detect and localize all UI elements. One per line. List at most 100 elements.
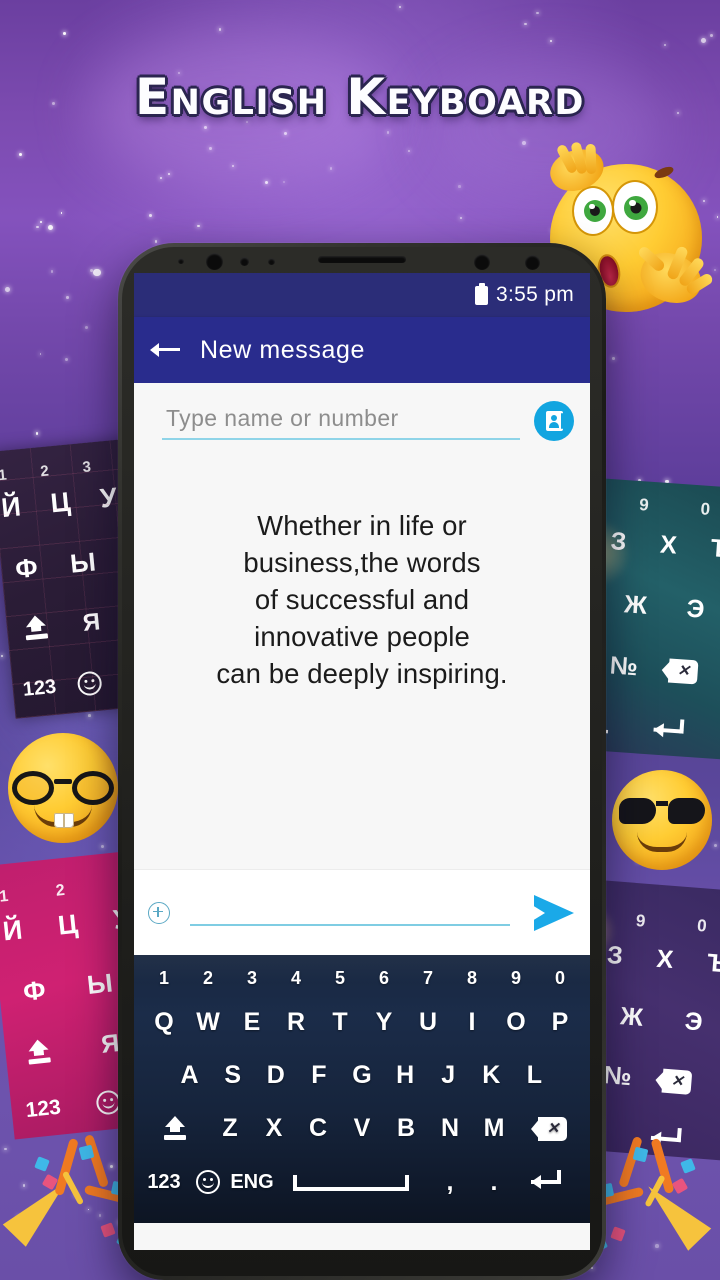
key-w[interactable]: W	[186, 995, 230, 1049]
back-arrow-icon[interactable]	[150, 339, 180, 361]
backspace-icon: ✕	[654, 1067, 693, 1095]
preview-key: 1	[0, 887, 10, 906]
preview-key: Х	[659, 530, 678, 560]
message-input[interactable]	[190, 896, 520, 930]
preview-key: Ц	[49, 486, 72, 519]
status-clock: 3:55 pm	[496, 283, 574, 306]
app-bar-title: New message	[200, 335, 365, 364]
keyboard-number-row: 1 2 3 4 5 6 7 8 9 0	[142, 961, 582, 995]
key-6[interactable]: 6	[362, 961, 406, 995]
key-p[interactable]: P	[538, 995, 582, 1049]
key-z[interactable]: Z	[208, 1101, 252, 1156]
contacts-icon[interactable]	[534, 401, 574, 441]
sensor-dot	[240, 257, 249, 266]
emoji-smiley-icon	[76, 670, 104, 697]
key-5[interactable]: 5	[318, 961, 362, 995]
quote-text: Whether in life or business,the words of…	[216, 507, 507, 692]
preview-key: Я	[81, 608, 102, 637]
phone-top-bezel	[122, 247, 602, 273]
preview-key: Ж	[619, 1002, 645, 1032]
plus-attach-icon[interactable]	[148, 901, 170, 924]
emoji-key[interactable]	[186, 1156, 230, 1208]
key-d[interactable]: D	[254, 1049, 297, 1101]
enter-icon	[531, 1170, 567, 1194]
key-2[interactable]: 2	[186, 961, 230, 995]
sunglasses-icon	[619, 798, 705, 828]
sunglasses-face-emoji	[612, 770, 712, 870]
key-a[interactable]: A	[168, 1049, 211, 1101]
page-title: English Keyboard	[135, 68, 585, 126]
key-v[interactable]: V	[340, 1101, 384, 1156]
preview-key: Й	[1, 914, 24, 947]
key-7[interactable]: 7	[406, 961, 450, 995]
language-key[interactable]: ENG	[230, 1156, 274, 1208]
key-1[interactable]: 1	[142, 961, 186, 995]
compose-bar	[134, 869, 590, 955]
preview-key: 123	[24, 1095, 62, 1123]
key-e[interactable]: E	[230, 995, 274, 1049]
key-3[interactable]: 3	[230, 961, 274, 995]
space-key[interactable]	[274, 1156, 428, 1208]
preview-key: 1	[0, 466, 8, 485]
preview-key: 9	[638, 495, 650, 515]
backspace-icon: ✕	[660, 657, 699, 684]
shift-key[interactable]	[142, 1101, 208, 1156]
battery-icon	[475, 282, 489, 305]
key-l[interactable]: L	[513, 1049, 556, 1101]
preview-key: 0	[699, 499, 711, 519]
key-0[interactable]: 0	[538, 961, 582, 995]
preview-key: Ц	[56, 908, 80, 941]
backspace-icon: ✕	[531, 1116, 567, 1141]
preview-key: У	[98, 482, 119, 514]
quote-line: innovative people	[254, 621, 470, 652]
preview-key: З	[606, 940, 624, 971]
preview-key: 0	[696, 915, 708, 936]
preview-key: Э	[683, 1007, 704, 1037]
comma-key[interactable]: ,	[428, 1156, 472, 1208]
key-i[interactable]: I	[450, 995, 494, 1049]
key-g[interactable]: G	[340, 1049, 383, 1101]
numeric-key[interactable]: 123	[142, 1156, 186, 1208]
preview-key: Ы	[68, 546, 98, 579]
period-key[interactable]: .	[472, 1156, 516, 1208]
recipient-placeholder: Type name or number	[166, 404, 399, 431]
key-c[interactable]: C	[296, 1101, 340, 1156]
preview-key: 9	[635, 911, 647, 931]
key-s[interactable]: S	[211, 1049, 254, 1101]
preview-key: Ъ	[709, 534, 720, 564]
key-u[interactable]: U	[406, 995, 450, 1049]
recipient-underline	[162, 437, 520, 440]
key-t[interactable]: T	[318, 995, 362, 1049]
key-r[interactable]: R	[274, 995, 318, 1049]
phone-screen: 3:55 pm New message Type name or number	[134, 273, 590, 1250]
key-m[interactable]: M	[472, 1101, 516, 1156]
preview-key: №	[608, 651, 639, 682]
key-n[interactable]: N	[428, 1101, 472, 1156]
preview-key: Ы	[85, 967, 115, 1000]
recipient-input[interactable]: Type name or number	[150, 403, 520, 440]
key-q[interactable]: Q	[142, 995, 186, 1049]
key-8[interactable]: 8	[450, 961, 494, 995]
key-k[interactable]: K	[470, 1049, 513, 1101]
quote-line: can be deeply inspiring.	[216, 658, 508, 689]
key-o[interactable]: O	[494, 995, 538, 1049]
key-f[interactable]: F	[297, 1049, 340, 1101]
backspace-key[interactable]: ✕	[516, 1101, 582, 1156]
key-b[interactable]: B	[384, 1101, 428, 1156]
preview-key: №	[602, 1061, 633, 1092]
preview-key: Э	[685, 594, 706, 624]
send-icon[interactable]	[532, 894, 576, 931]
key-x[interactable]: X	[252, 1101, 296, 1156]
preview-key: Ф	[13, 552, 39, 585]
key-j[interactable]: J	[427, 1049, 470, 1101]
key-y[interactable]: Y	[362, 995, 406, 1049]
shift-icon	[22, 614, 50, 642]
key-9[interactable]: 9	[494, 961, 538, 995]
preview-key: 2	[55, 881, 66, 900]
key-h[interactable]: H	[384, 1049, 427, 1101]
keyboard-row-2: A S D F G H J K L	[142, 1049, 582, 1101]
enter-key[interactable]	[516, 1156, 582, 1208]
key-4[interactable]: 4	[274, 961, 318, 995]
preview-key: Х	[655, 944, 675, 975]
keyboard-row-1: Q W E R T Y U I O P	[142, 995, 582, 1049]
